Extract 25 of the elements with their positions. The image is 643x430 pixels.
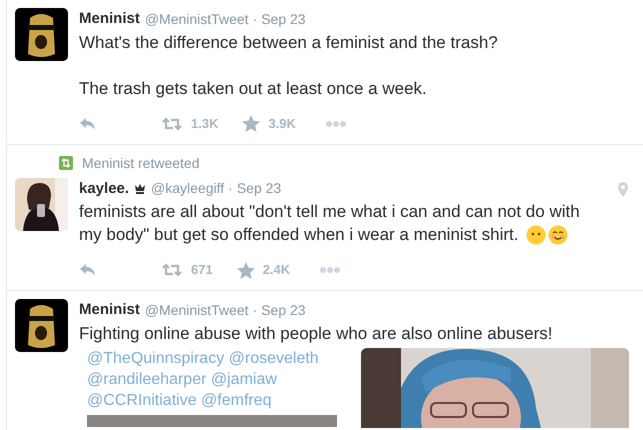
mention-text: @TheQuinnspiracy @roseveleth	[87, 348, 320, 368]
user-name[interactable]: Meninist	[79, 299, 140, 322]
tweet-text: feminists are all about "don't tell me what i can and can not do with	[79, 201, 580, 223]
separator-dot: ·	[252, 10, 258, 29]
user-name[interactable]: kaylee.	[79, 178, 130, 200]
tweet-date[interactable]: Sep 23	[236, 178, 282, 200]
tweet-text: What's the difference between a feminist and the trash?	[79, 32, 498, 54]
tweet-text: my body" but get so offended when i wear a meninist shirt.	[79, 224, 518, 246]
like-count: 3.9K	[268, 114, 296, 133]
retweeted-label: Meninist retweeted	[82, 154, 200, 172]
user-handle[interactable]: @MeninistTweet	[144, 300, 249, 321]
tweet-date[interactable]: Sep 23	[261, 300, 306, 321]
user-handle[interactable]: @kayleegiff	[151, 178, 224, 200]
mention-text: @randileeharper @jamiaw	[87, 370, 278, 390]
mention-text: @CCRInitiative @femfreq	[87, 390, 273, 410]
separator-dot: ·	[228, 179, 233, 198]
user-handle[interactable]: @MeninistTweet	[144, 8, 249, 30]
separator-dot: ·	[252, 300, 258, 320]
tweet-date[interactable]: Sep 23	[261, 8, 306, 30]
tweet-text: The trash gets taken out at least once a week.	[79, 78, 427, 100]
retweet-count: 1.3K	[191, 114, 218, 133]
like-count: 2.4K	[262, 261, 290, 280]
tweet-text: Fighting online abuse with people who are also online abusers!	[79, 322, 552, 344]
user-name[interactable]: Meninist	[79, 8, 140, 30]
retweet-count: 671	[191, 261, 213, 280]
